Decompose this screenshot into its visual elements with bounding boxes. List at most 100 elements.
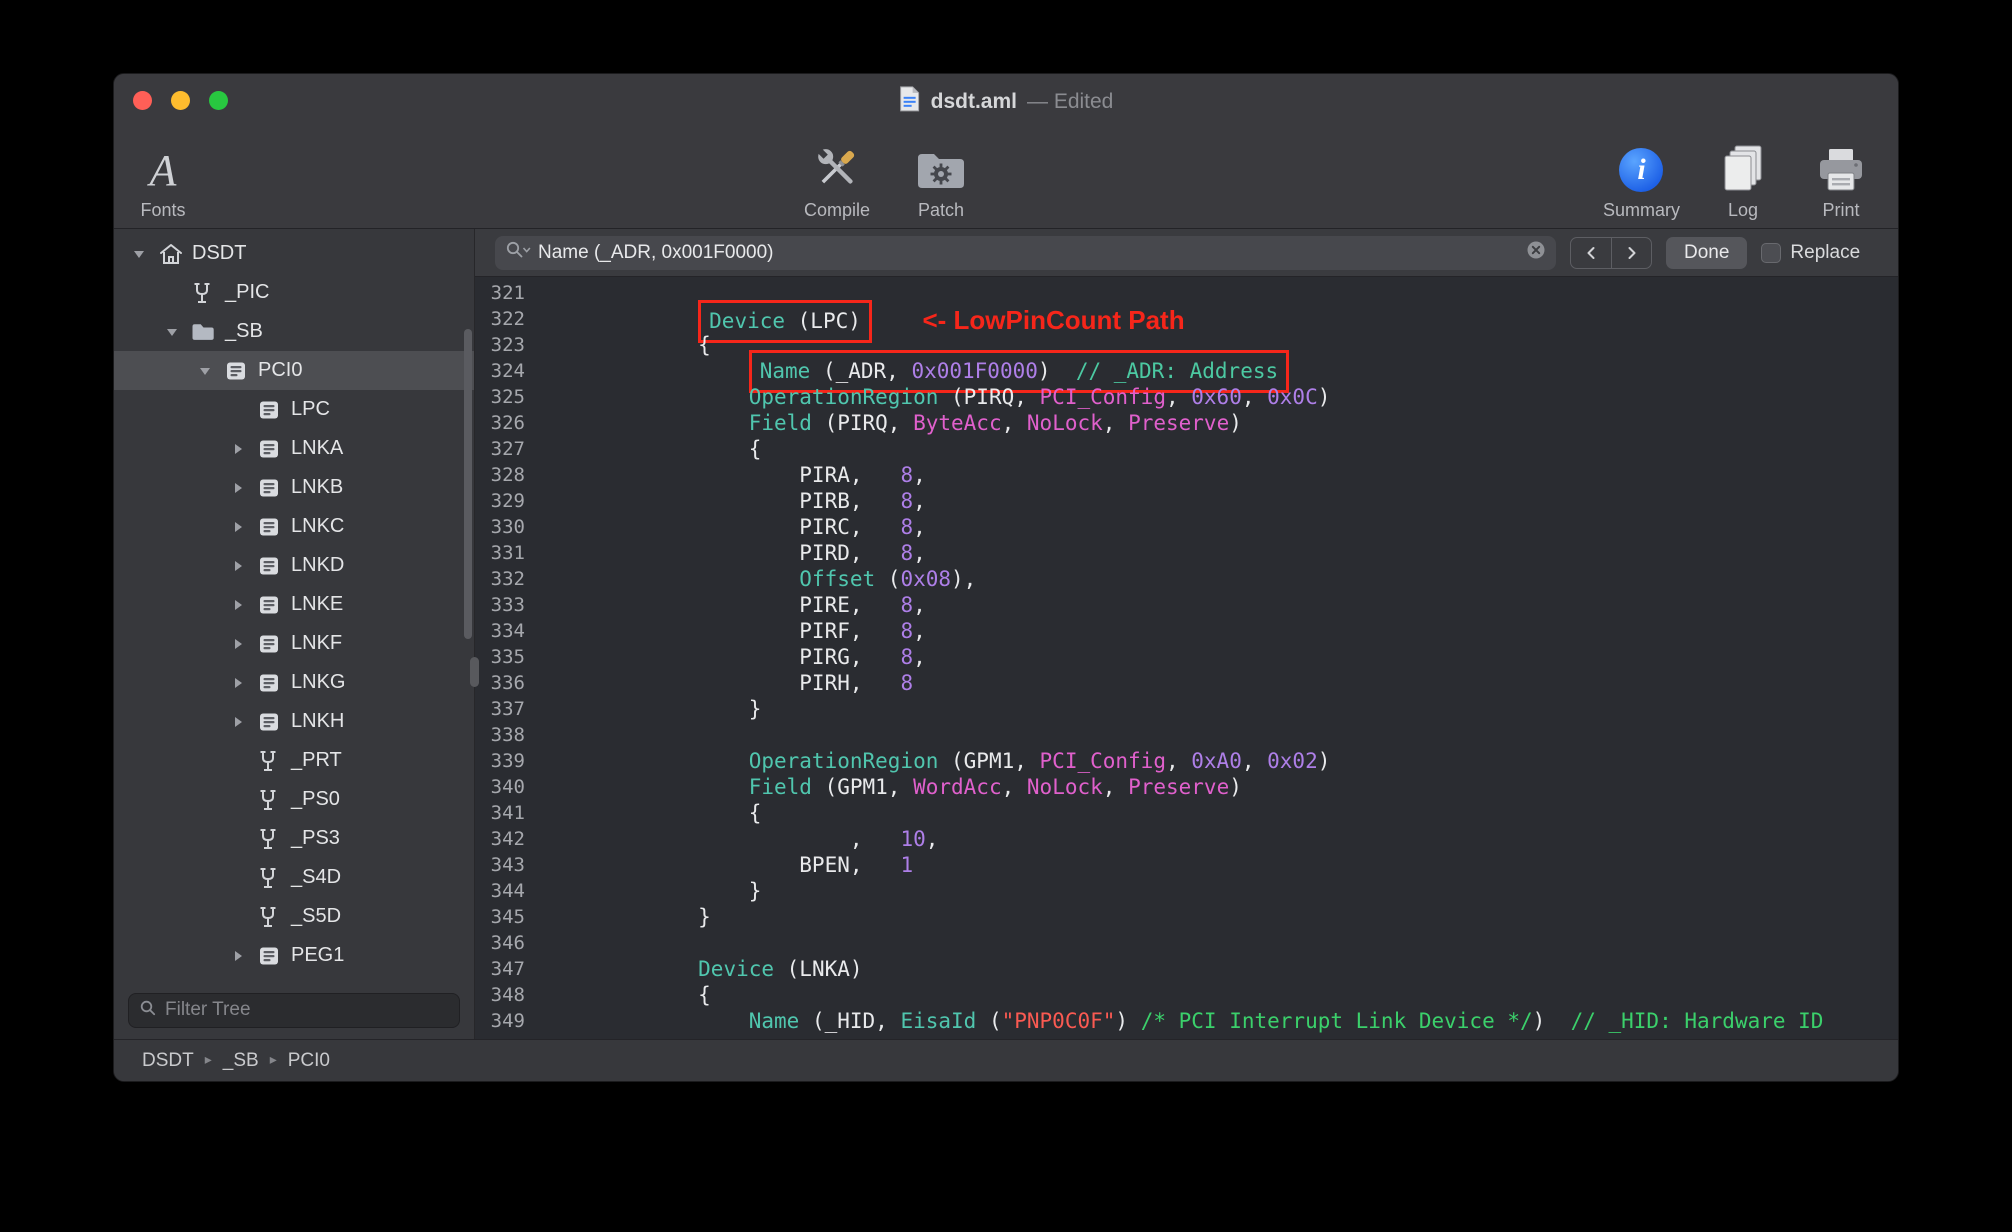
patch-folder-gear-icon [915, 139, 967, 195]
code-token: PIRC, [597, 515, 901, 539]
code-token: , [1102, 411, 1129, 435]
find-input[interactable] [538, 241, 1519, 264]
tree-item-_s4d[interactable]: _S4D [114, 858, 474, 897]
line-number: 336 [490, 672, 525, 694]
code-line: 326 Field (PIRQ, ByteAcc, NoLock, Preser… [475, 410, 1898, 436]
tree-item-_ps0[interactable]: _PS0 [114, 780, 474, 819]
code-token: ( [875, 567, 901, 591]
disclosure-closed-icon[interactable] [231, 559, 257, 573]
code-area[interactable]: 321 322 Device (LPC) <- LowPinCount Path 3… [475, 277, 1898, 1039]
disclosure-closed-icon[interactable] [231, 442, 257, 456]
fonts-button[interactable]: A Fonts [128, 139, 198, 226]
disclosure-closed-icon[interactable] [231, 949, 257, 963]
code-token: PIRH, [597, 671, 901, 695]
disclosure-open-icon[interactable] [198, 364, 224, 378]
code-token: NoLock [1026, 411, 1103, 435]
clear-search-icon[interactable] [1526, 240, 1546, 265]
tree-item-label: LPC [291, 398, 330, 420]
code-line: 338 [475, 722, 1898, 748]
tree-item-lnkg[interactable]: LNKG [114, 663, 474, 702]
log-button[interactable]: Log [1708, 139, 1778, 226]
tree-item-peg1[interactable]: PEG1 [114, 936, 474, 975]
tree-item-lnkc[interactable]: LNKC [114, 507, 474, 546]
code-token: "PNP0C0F" [1001, 1009, 1116, 1033]
tree-item-label: LNKE [291, 593, 344, 615]
line-number: 338 [490, 724, 525, 746]
disclosure-closed-icon[interactable] [231, 676, 257, 690]
tree-item-_pic[interactable]: _PIC [114, 273, 474, 312]
pane-resize-handle[interactable] [470, 657, 479, 687]
code-token: { [597, 437, 762, 461]
code-token: , [1001, 411, 1027, 435]
code-token: // _ADR: Address [1075, 359, 1279, 383]
tree-item-_ps3[interactable]: _PS3 [114, 819, 474, 858]
tree-item-label: _S5D [291, 905, 342, 927]
code-line: 348 { [475, 982, 1898, 1008]
filter-tree-input[interactable] [165, 999, 449, 1021]
tree-item-lnkf[interactable]: LNKF [114, 624, 474, 663]
done-button[interactable]: Done [1666, 236, 1748, 269]
line-number: 339 [490, 750, 525, 772]
disclosure-open-icon[interactable] [132, 247, 158, 261]
breadcrumb-item-_sb[interactable]: _SB [223, 1050, 259, 1072]
breadcrumb-item-pci0[interactable]: PCI0 [288, 1050, 330, 1072]
tree-item-label: _PS0 [291, 788, 340, 810]
zoom-window-button[interactable] [209, 91, 228, 110]
disclosure-closed-icon[interactable] [231, 598, 257, 612]
disclosure-closed-icon[interactable] [231, 481, 257, 495]
code-token: ) [1229, 775, 1242, 799]
disclosure-closed-icon[interactable] [231, 520, 257, 534]
disclosure-closed-icon[interactable] [231, 637, 257, 651]
code-token: 8 [900, 593, 914, 617]
tree-item-pci0[interactable]: PCI0 [114, 351, 474, 390]
tree-item-lnke[interactable]: LNKE [114, 585, 474, 624]
tree-item-lnkh[interactable]: LNKH [114, 702, 474, 741]
tree-item-lnkb[interactable]: LNKB [114, 468, 474, 507]
code-token: , [913, 593, 926, 617]
code-token: PIRF, [597, 619, 901, 643]
code-token: PIRD, [597, 541, 901, 565]
search-menu-icon[interactable] [505, 240, 531, 265]
line-number: 330 [490, 516, 525, 538]
tree-item-label: LNKC [291, 515, 345, 537]
disclosure-closed-icon[interactable] [231, 715, 257, 729]
patch-button[interactable]: Patch [906, 139, 976, 226]
maciasl-window: dsdt.aml — Edited A Fonts Compile Patch … [113, 73, 1899, 1082]
code-token: ) [1229, 411, 1242, 435]
tree-item-_prt[interactable]: _PRT [114, 741, 474, 780]
tree-item-_s5d[interactable]: _S5D [114, 897, 474, 936]
tree-item-label: PCI0 [258, 359, 303, 381]
code-token: , [1102, 775, 1129, 799]
code-token: (PIRQ, [811, 411, 914, 435]
tree-item-_sb[interactable]: _SB [114, 312, 474, 351]
disclosure-open-icon[interactable] [165, 325, 191, 339]
tree-item-label: LNKA [291, 437, 344, 459]
tree-item-lpc[interactable]: LPC [114, 390, 474, 429]
code-token: 0x001F0000 [911, 359, 1038, 383]
tree-item-dsdt[interactable]: DSDT [114, 234, 474, 273]
compile-button[interactable]: Compile [802, 139, 872, 226]
screen: dsdt.aml — Edited A Fonts Compile Patch … [0, 0, 2012, 1232]
print-button[interactable]: Print [1806, 139, 1876, 226]
line-number: 322 [490, 308, 525, 330]
code-token: (_ADR, [810, 359, 912, 383]
replace-toggle[interactable]: Replace [1761, 242, 1860, 264]
breadcrumb-item-dsdt[interactable]: DSDT [142, 1050, 194, 1072]
sidebar-scrollbar[interactable] [464, 329, 472, 639]
tree-item-lnka[interactable]: LNKA [114, 429, 474, 468]
minimize-window-button[interactable] [171, 91, 190, 110]
replace-checkbox[interactable] [1761, 242, 1782, 263]
line-number: 332 [490, 568, 525, 590]
find-field[interactable] [495, 235, 1556, 270]
filter-tree-field[interactable] [128, 992, 460, 1028]
device-icon [257, 554, 291, 578]
line-number: 324 [490, 360, 525, 382]
find-previous-button[interactable] [1571, 238, 1611, 268]
summary-button[interactable]: i Summary [1603, 139, 1680, 226]
tree-item-lnkd[interactable]: LNKD [114, 546, 474, 585]
find-next-button[interactable] [1611, 237, 1651, 268]
close-window-button[interactable] [133, 91, 152, 110]
